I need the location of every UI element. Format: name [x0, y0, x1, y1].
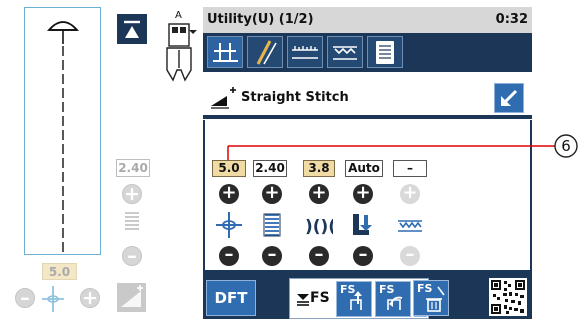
callout-overlay [227, 134, 578, 160]
callout-number: 6 [561, 137, 571, 155]
